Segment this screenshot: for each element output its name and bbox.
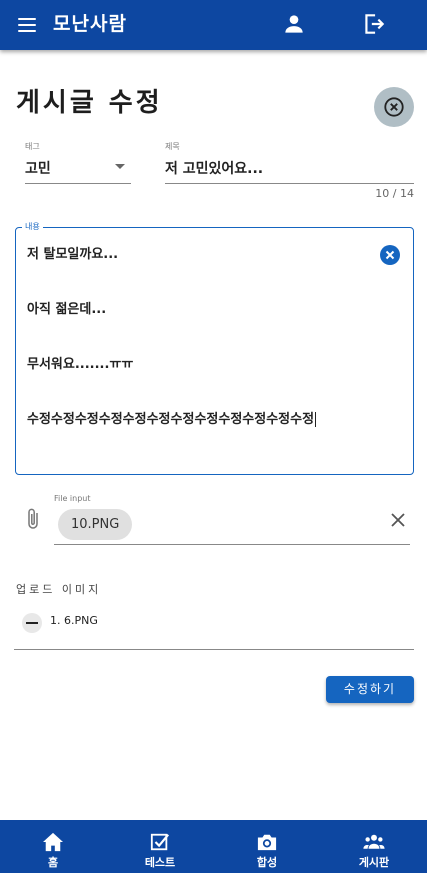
nav-label: 테스트 (144, 856, 176, 869)
paperclip-icon[interactable] (24, 507, 42, 531)
nav-item-board[interactable]: 게시판 (321, 820, 427, 873)
file-input[interactable]: 10.PNG (54, 506, 410, 545)
page-title: 게시글 수정 (16, 88, 163, 118)
content-line-text: 수정수정수정수정수정수정수정수정수정수정수정수정 (27, 412, 315, 427)
content-line: 무서워요.......ㅠㅠ (27, 357, 134, 372)
remove-image-button[interactable] (22, 613, 42, 633)
clear-content-button[interactable] (380, 245, 400, 265)
close-circle-icon (384, 97, 404, 117)
nav-item-home[interactable]: 홈 (0, 820, 106, 873)
content-label: 내용 (22, 221, 43, 232)
group-icon (363, 834, 385, 849)
nav-item-synthesis[interactable]: 합성 (214, 820, 320, 873)
menu-icon[interactable] (15, 13, 39, 37)
clear-file-icon[interactable] (389, 511, 407, 529)
bottom-navigation: 홈 테스트 합성 게시판 (0, 820, 427, 873)
title-input[interactable]: 저 고민있어요... (165, 150, 414, 184)
nav-item-test[interactable]: 테스트 (107, 820, 213, 873)
file-chip: 10.PNG (58, 509, 133, 540)
nav-label: 게시판 (358, 856, 390, 869)
logout-icon[interactable] (361, 11, 387, 37)
uploaded-image-name: 1. 6.PNG (50, 614, 98, 627)
submit-edit-button[interactable]: 수정하기 (326, 676, 414, 703)
nav-label: 홈 (47, 856, 59, 869)
close-button[interactable] (374, 87, 414, 127)
text-caret (315, 412, 317, 427)
camera-icon (257, 834, 277, 851)
uploaded-images-heading: 업로드 이미지 (16, 583, 102, 596)
content-line-last: 수정수정수정수정수정수정수정수정수정수정수정수정 (27, 408, 317, 427)
checkbox-icon (150, 833, 170, 851)
nav-label: 합성 (256, 856, 278, 869)
home-icon (43, 832, 63, 852)
app-title[interactable]: 모난사람 (53, 9, 127, 36)
content-line: 저 탈모일까요... (27, 247, 119, 262)
tag-value: 고민 (25, 161, 51, 177)
content-textarea[interactable] (15, 227, 414, 475)
uploaded-image-item: 1. 6.PNG (22, 611, 322, 635)
file-input-label: File input (54, 494, 91, 503)
divider (14, 649, 414, 650)
title-counter: 10 / 14 (375, 187, 414, 200)
app-bar: 모난사람 (0, 0, 427, 50)
content-line: 아직 젊은데... (27, 302, 107, 317)
account-icon[interactable] (281, 11, 307, 37)
title-value: 저 고민있어요... (165, 161, 264, 177)
dropdown-arrow-icon (115, 164, 125, 169)
minus-icon (26, 622, 38, 624)
tag-select[interactable]: 고민 (25, 150, 131, 184)
close-icon (385, 250, 395, 260)
